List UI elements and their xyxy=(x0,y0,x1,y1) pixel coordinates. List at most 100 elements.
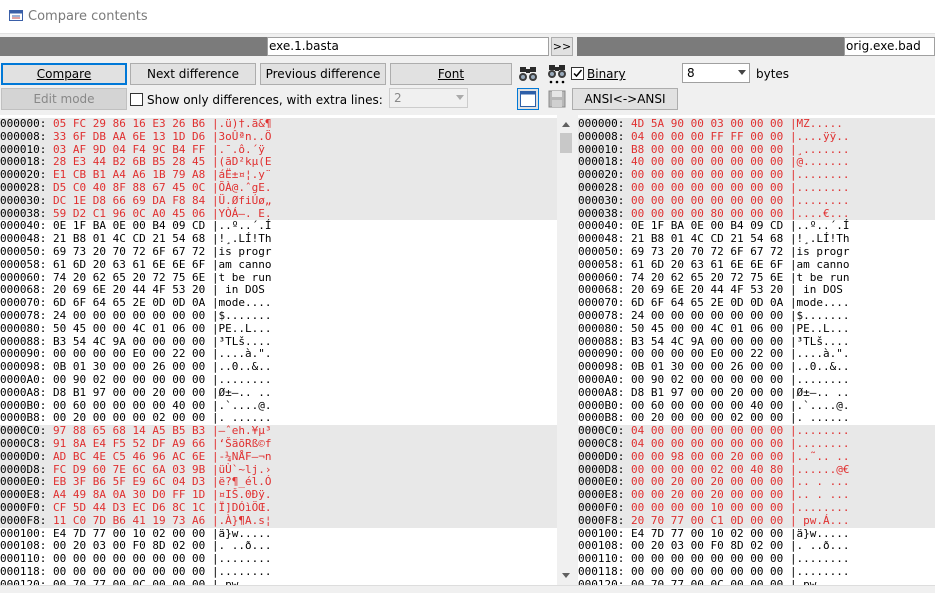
row-hex-bytes[interactable]: 04 00 00 00 FF FF 00 00 xyxy=(631,130,783,143)
row-hex-bytes[interactable]: AD BC 4E C5 46 96 AC 6E xyxy=(53,450,205,463)
row-hex-bytes[interactable]: 61 6D 20 63 61 6E 6E 6F xyxy=(631,258,783,271)
row-hex-bytes[interactable]: 91 8A E4 F5 52 DF A9 66 xyxy=(53,437,205,450)
row-hex-bytes[interactable]: 00 20 00 00 00 02 00 00 xyxy=(631,411,783,424)
row-hex-bytes[interactable]: 00 00 00 00 00 00 00 00 xyxy=(631,552,783,565)
row-hex-bytes[interactable]: 97 88 65 68 14 A5 B5 B3 xyxy=(53,424,205,437)
row-hex-bytes[interactable]: 00 70 77 00 0C 00 00 00 xyxy=(631,578,783,585)
row-hex-bytes[interactable]: 0B 01 30 00 00 26 00 00 xyxy=(631,360,783,373)
row-hex-bytes[interactable]: 00 90 02 00 00 00 00 00 xyxy=(53,373,205,386)
row-hex-bytes[interactable]: 21 B8 01 4C CD 21 54 68 xyxy=(631,232,783,245)
row-hex-bytes[interactable]: 00 00 00 00 00 00 00 00 xyxy=(631,168,783,181)
extra-lines-select[interactable]: 2 xyxy=(389,88,468,108)
row-hex-bytes[interactable]: 03 AF 9D 04 F4 9C B4 FF xyxy=(53,143,205,156)
scroll-thumb[interactable] xyxy=(560,133,572,153)
row-hex-bytes[interactable]: 59 D2 C1 96 0C A0 45 06 xyxy=(53,207,205,220)
row-hex-bytes[interactable]: EB 3F B6 5F E9 6C 04 D3 xyxy=(53,475,205,488)
row-hex-bytes[interactable]: 61 6D 20 63 61 6E 6E 6F xyxy=(53,258,205,271)
row-hex-bytes[interactable]: 00 00 98 00 00 20 00 00 xyxy=(631,450,783,463)
row-hex-bytes[interactable]: FC D9 60 7E 6C 6A 03 9B xyxy=(53,463,205,476)
row-hex-bytes[interactable]: 00 60 00 00 00 00 40 00 xyxy=(631,399,783,412)
save-disk-icon[interactable] xyxy=(546,88,568,110)
right-hex-pane[interactable]: 000000: 4D 5A 90 00 03 00 00 00 |MZ.....… xyxy=(578,115,935,585)
row-hex-bytes[interactable]: D8 B1 97 00 00 20 00 00 xyxy=(53,386,205,399)
row-text: |@....... xyxy=(789,155,850,169)
row-hex-bytes[interactable]: A4 49 8A 0A 30 D0 FF 1D xyxy=(53,488,205,501)
row-hex-bytes[interactable]: 28 E3 44 B2 6B B5 28 45 xyxy=(53,155,205,168)
row-hex-bytes[interactable]: 05 FC 29 86 16 E3 26 B6 xyxy=(53,117,205,130)
compare-button[interactable]: Compare xyxy=(1,63,127,85)
row-hex-bytes[interactable]: 50 45 00 00 4C 01 06 00 xyxy=(631,322,783,335)
row-hex-bytes[interactable]: 0B 01 30 00 00 26 00 00 xyxy=(53,360,205,373)
row-hex-bytes[interactable]: 00 20 03 00 F0 8D 02 00 xyxy=(631,539,783,552)
font-button[interactable]: Font xyxy=(390,63,512,85)
row-hex-bytes[interactable]: 00 90 02 00 00 00 00 00 xyxy=(631,373,783,386)
row-hex-bytes[interactable]: 20 70 77 00 C1 0D 00 00 xyxy=(631,514,783,527)
row-address: 000088: xyxy=(0,334,53,348)
row-hex-bytes[interactable]: 0E 1F BA 0E 00 B4 09 CD xyxy=(631,219,783,232)
row-hex-bytes[interactable]: E1 CB B1 A4 A6 1B 79 A8 xyxy=(53,168,205,181)
row-hex-bytes[interactable]: 04 00 00 00 00 00 00 00 xyxy=(631,424,783,437)
row-hex-bytes[interactable]: 6D 6F 64 65 2E 0D 0D 0A xyxy=(53,296,205,309)
row-hex-bytes[interactable]: 50 45 00 00 4C 01 06 00 xyxy=(53,322,205,335)
row-hex-bytes[interactable]: B3 54 4C 9A 00 00 00 00 xyxy=(631,335,783,348)
previous-difference-button[interactable]: Previous difference xyxy=(260,63,386,85)
row-hex-bytes[interactable]: 00 00 00 00 E0 00 22 00 xyxy=(53,347,205,360)
row-hex-bytes[interactable]: 00 20 03 00 F0 8D 02 00 xyxy=(53,539,205,552)
row-hex-bytes[interactable]: B8 00 00 00 00 00 00 00 xyxy=(631,143,783,156)
row-hex-bytes[interactable]: 69 73 20 70 72 6F 67 72 xyxy=(53,245,205,258)
row-hex-bytes[interactable]: D8 B1 97 00 00 20 00 00 xyxy=(631,386,783,399)
row-hex-bytes[interactable]: 74 20 62 65 20 72 75 6E xyxy=(53,271,205,284)
row-hex-bytes[interactable]: 00 20 00 00 00 02 00 00 xyxy=(53,411,205,424)
binary-checkbox[interactable] xyxy=(571,67,584,80)
binoculars-all-icon[interactable] xyxy=(546,63,568,85)
row-hex-bytes[interactable]: 69 73 20 70 72 6F 67 72 xyxy=(631,245,783,258)
binoculars-icon[interactable] xyxy=(517,63,539,85)
left-file-path[interactable]: exe.1.basta xyxy=(267,37,549,56)
row-hex-bytes[interactable]: 24 00 00 00 00 00 00 00 xyxy=(53,309,205,322)
swap-files-button[interactable]: >> xyxy=(551,37,573,56)
row-hex-bytes[interactable]: 00 00 00 00 00 00 00 00 xyxy=(631,181,783,194)
row-hex-bytes[interactable]: 00 00 00 00 00 00 00 00 xyxy=(631,194,783,207)
row-hex-bytes[interactable]: 6D 6F 64 65 2E 0D 0D 0A xyxy=(631,296,783,309)
row-hex-bytes[interactable]: CF 5D 44 D3 EC D6 8C 1C xyxy=(53,501,205,514)
row-hex-bytes[interactable]: DC 1E D8 66 69 DA F8 84 xyxy=(53,194,205,207)
right-file-path[interactable]: orig.exe.bad xyxy=(844,37,935,56)
row-hex-bytes[interactable]: B3 54 4C 9A 00 00 00 00 xyxy=(53,335,205,348)
row-hex-bytes[interactable]: 00 70 77 00 0C 00 00 00 xyxy=(53,578,205,585)
row-hex-bytes[interactable]: 00 00 00 00 02 00 40 80 xyxy=(631,463,783,476)
row-hex-bytes[interactable]: 24 00 00 00 00 00 00 00 xyxy=(631,309,783,322)
window-icon[interactable] xyxy=(517,88,539,110)
row-hex-bytes[interactable]: 00 00 20 00 20 00 00 00 xyxy=(631,475,783,488)
row-hex-bytes[interactable]: 33 6F DB AA 6E 13 1D D6 xyxy=(53,130,205,143)
row-hex-bytes[interactable]: 0E 1F BA 0E 00 B4 09 CD xyxy=(53,219,205,232)
row-text: |........ xyxy=(789,501,850,514)
row-hex-bytes[interactable]: 00 00 00 00 00 00 00 00 xyxy=(53,565,205,578)
scroll-up-icon[interactable] xyxy=(562,122,570,127)
edit-mode-button[interactable]: Edit mode xyxy=(1,88,127,110)
row-hex-bytes[interactable]: 74 20 62 65 20 72 75 6E xyxy=(631,271,783,284)
row-hex-bytes[interactable]: 00 00 00 00 E0 00 22 00 xyxy=(631,347,783,360)
row-hex-bytes[interactable]: E4 7D 77 00 10 02 00 00 xyxy=(53,527,205,540)
scroll-down-icon[interactable] xyxy=(562,573,570,578)
row-hex-bytes[interactable]: 04 00 00 00 00 00 00 00 xyxy=(631,437,783,450)
row-hex-bytes[interactable]: 00 00 00 00 00 00 00 00 xyxy=(53,552,205,565)
show-only-differences-checkbox[interactable] xyxy=(130,93,143,106)
row-hex-bytes[interactable]: E4 7D 77 00 10 02 00 00 xyxy=(631,527,783,540)
row-hex-bytes[interactable]: 4D 5A 90 00 03 00 00 00 xyxy=(631,117,783,130)
encoding-button[interactable]: ANSI<->ANSI xyxy=(572,88,678,110)
row-hex-bytes[interactable]: 20 69 6E 20 44 4F 53 20 xyxy=(53,283,205,296)
row-hex-bytes[interactable]: 00 00 00 00 10 00 00 00 xyxy=(631,501,783,514)
row-hex-bytes[interactable]: 00 00 00 00 80 00 00 00 xyxy=(631,207,783,220)
row-hex-bytes[interactable]: 21 B8 01 4C CD 21 54 68 xyxy=(53,232,205,245)
left-hex-pane[interactable]: 000000: 05 FC 29 86 16 E3 26 B6 |.ü)†.ã&… xyxy=(0,115,557,585)
row-hex-bytes[interactable]: 00 00 20 00 20 00 00 00 xyxy=(631,488,783,501)
next-difference-button[interactable]: Next difference xyxy=(130,63,256,85)
row-hex-bytes[interactable]: D5 C0 40 8F 88 67 45 0C xyxy=(53,181,205,194)
left-vertical-scrollbar[interactable] xyxy=(557,115,575,585)
row-hex-bytes[interactable]: 00 00 00 00 00 00 00 00 xyxy=(631,565,783,578)
row-hex-bytes[interactable]: 20 69 6E 20 44 4F 53 20 xyxy=(631,283,783,296)
row-hex-bytes[interactable]: 40 00 00 00 00 00 00 00 xyxy=(631,155,783,168)
row-hex-bytes[interactable]: 00 60 00 00 00 00 40 00 xyxy=(53,399,205,412)
row-hex-bytes[interactable]: 11 C0 7D B6 41 19 73 A6 xyxy=(53,514,205,527)
bytes-per-row-select[interactable]: 8 xyxy=(682,63,750,83)
